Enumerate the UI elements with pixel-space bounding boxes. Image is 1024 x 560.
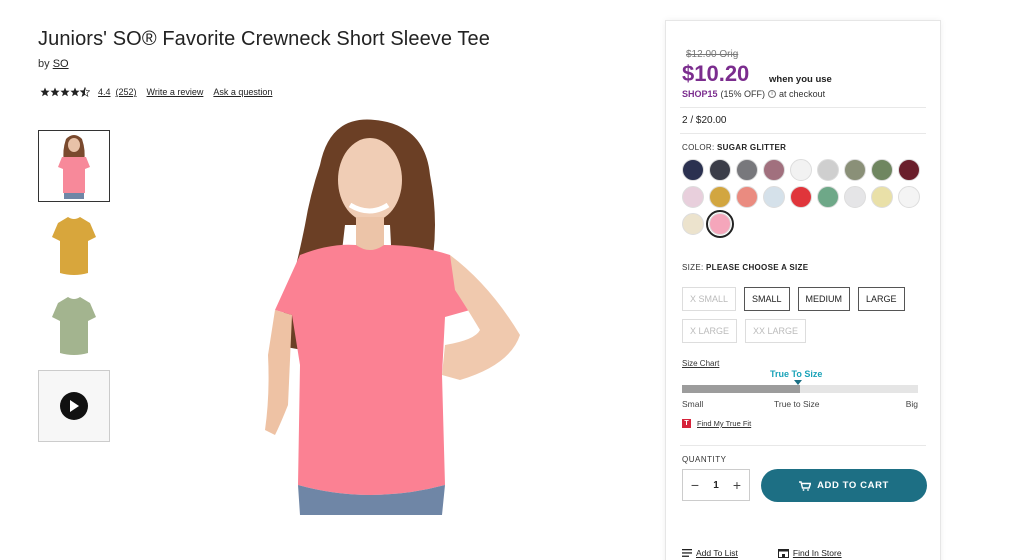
size-option-small[interactable]: SMALL [744, 287, 790, 311]
qty-increment-button[interactable]: + [731, 477, 743, 493]
rating-row: 4.4 (252) Write a review Ask a question [40, 87, 282, 97]
quantity-label: QUANTITY [682, 455, 727, 464]
size-option-x-large[interactable]: X LARGE [682, 319, 738, 343]
promo-code: SHOP15 [682, 89, 718, 99]
color-swatch[interactable] [763, 186, 785, 208]
fit-label-big: Big [905, 399, 918, 409]
size-option-large[interactable]: LARGE [858, 287, 905, 311]
true-to-size-title: True To Size [770, 369, 823, 379]
color-swatch[interactable] [790, 159, 812, 181]
color-swatch[interactable] [736, 186, 758, 208]
find-true-fit-link[interactable]: T Find My True Fit [682, 419, 751, 428]
color-swatch[interactable] [844, 186, 866, 208]
color-swatch[interactable] [871, 186, 893, 208]
size-options: X SMALL SMALL MEDIUM LARGE X LARGE XX LARGE [682, 287, 932, 343]
list-icon [682, 549, 692, 557]
store-icon [777, 548, 789, 558]
thumbnail-gallery [38, 130, 110, 450]
find-in-store-label: Find In Store [792, 548, 842, 558]
fit-label-true: True to Size [774, 399, 820, 409]
size-option-x-small[interactable]: X SMALL [682, 287, 737, 311]
by-prefix: by [38, 58, 50, 70]
model-pink-tee-image [265, 119, 520, 515]
thumbnail-video[interactable] [38, 370, 110, 442]
size-option-medium[interactable]: MEDIUM [797, 287, 851, 311]
review-count[interactable]: (252) [116, 87, 137, 97]
add-to-cart-button[interactable]: ADD TO CART [761, 469, 927, 502]
deal-text: 2 / $20.00 [682, 115, 727, 126]
star-icon [60, 87, 70, 97]
color-swatch[interactable] [709, 186, 731, 208]
byline: by SO [38, 58, 69, 70]
star-icon [40, 87, 50, 97]
size-label-prefix: SIZE: [682, 263, 704, 272]
thumbnail-sage-tee[interactable] [38, 290, 110, 362]
play-icon [60, 392, 88, 420]
color-swatch[interactable] [817, 186, 839, 208]
find-true-fit-label: Find My True Fit [697, 419, 752, 428]
thumbnail-pink-tee-model[interactable] [38, 130, 110, 202]
fit-label-small: Small [682, 399, 704, 409]
promo-suffix: at checkout [779, 89, 826, 99]
promo-detail: (15% OFF) [720, 89, 766, 99]
size-option-xx-large[interactable]: XX LARGE [745, 319, 807, 343]
color-swatches [682, 159, 927, 238]
breadcrumb [48, 0, 212, 2]
color-swatch[interactable] [682, 213, 704, 235]
color-swatch[interactable] [898, 186, 920, 208]
write-review-link[interactable]: Write a review [147, 87, 204, 97]
star-rating[interactable] [40, 87, 90, 97]
color-swatch[interactable] [736, 159, 758, 181]
color-swatch[interactable] [817, 159, 839, 181]
brand-link[interactable]: SO [53, 58, 69, 70]
mustard-tee-image [52, 217, 96, 275]
star-icon [50, 87, 60, 97]
size-chart-link[interactable]: Size Chart [682, 359, 719, 368]
color-swatch[interactable] [790, 186, 812, 208]
color-swatch[interactable] [682, 186, 704, 208]
secondary-actions: Add To List Find In Store [682, 548, 842, 558]
quantity-stepper: − 1 + [682, 469, 750, 501]
fit-scale-bar [682, 385, 918, 393]
main-product-image[interactable] [180, 105, 580, 515]
original-price: $12.00 Orig [686, 49, 739, 60]
add-to-list-link[interactable]: Add To List [682, 548, 738, 558]
color-swatch[interactable] [682, 159, 704, 181]
color-swatch[interactable] [763, 159, 785, 181]
promo-line: SHOP15 (15% OFF) i at checkout [682, 89, 825, 99]
divider [680, 133, 926, 134]
star-icon [70, 87, 80, 97]
sage-tee-image [52, 297, 96, 355]
half-star-icon [80, 87, 90, 97]
truefit-logo-icon: T [682, 419, 691, 428]
add-to-cart-label: ADD TO CART [817, 480, 889, 491]
when-you-use-label: when you use [769, 74, 832, 85]
color-swatch[interactable] [844, 159, 866, 181]
selected-color-name: SUGAR GLITTER [717, 143, 787, 152]
thumbnail-mustard-tee[interactable] [38, 210, 110, 282]
color-label: COLOR: SUGAR GLITTER [682, 143, 786, 152]
ask-question-link[interactable]: Ask a question [213, 87, 272, 97]
divider [680, 445, 926, 446]
rating-value[interactable]: 4.4 [98, 87, 111, 97]
color-swatch[interactable] [871, 159, 893, 181]
size-prompt: PLEASE CHOOSE A SIZE [706, 263, 809, 272]
purchase-panel: $12.00 Orig $10.20 when you use SHOP15 (… [665, 20, 941, 560]
size-label: SIZE: PLEASE CHOOSE A SIZE [682, 263, 808, 272]
fit-scale-fill [682, 385, 800, 393]
info-icon[interactable]: i [768, 90, 777, 98]
divider [680, 107, 926, 108]
qty-value[interactable]: 1 [713, 480, 719, 491]
qty-decrement-button[interactable]: − [689, 477, 701, 493]
add-to-list-label: Add To List [696, 548, 738, 558]
product-title: Juniors' SO® Favorite Crewneck Short Sle… [38, 28, 490, 50]
color-swatch[interactable] [898, 159, 920, 181]
sale-price: $10.20 [682, 61, 750, 86]
model-thumbnail-image [58, 135, 90, 199]
color-label-prefix: COLOR: [682, 143, 715, 152]
cart-icon [799, 480, 812, 491]
color-swatch[interactable] [709, 159, 731, 181]
find-in-store-link[interactable]: Find In Store [777, 548, 842, 558]
color-swatch[interactable] [706, 210, 734, 238]
